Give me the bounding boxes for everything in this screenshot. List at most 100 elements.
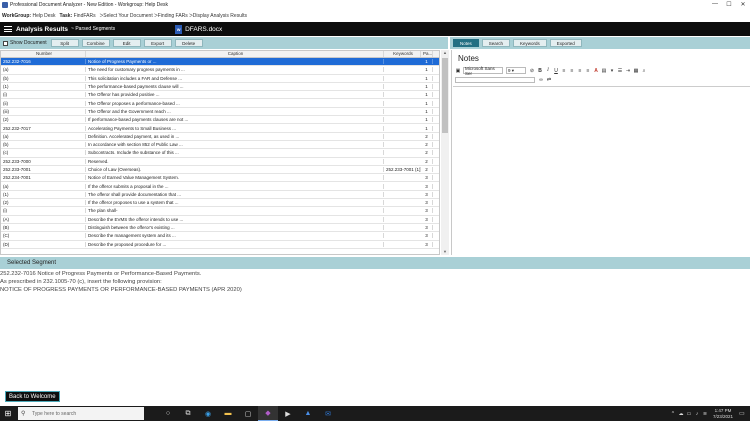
table-row[interactable]: (B) Distinguish between the offeror's exi… xyxy=(1,224,439,233)
column-header-page[interactable]: Pa... xyxy=(421,51,433,57)
align-left-icon[interactable]: ≡ xyxy=(561,68,567,74)
table-row[interactable]: (D) Describe the proposed procedure for .… xyxy=(1,241,439,249)
document-name: DFARS.docx xyxy=(185,25,223,33)
menu-icon[interactable] xyxy=(4,26,12,32)
indent-icon[interactable]: ⇥ xyxy=(625,68,631,74)
notes-editor[interactable] xyxy=(453,86,750,254)
table-row[interactable]: (iii) The Offeror and the Government reac… xyxy=(1,108,439,117)
table-row[interactable]: (a) The need for customary progress payme… xyxy=(1,66,439,75)
table-row[interactable]: (i) The Offeror has provided positive ...… xyxy=(1,91,439,100)
cell-number: (i) xyxy=(1,208,86,214)
combine-button[interactable]: Combine xyxy=(81,39,110,47)
table-row[interactable]: (C) Describe the management system and it… xyxy=(1,232,439,241)
tab-search[interactable]: Search xyxy=(481,39,511,47)
cell-caption: The offeror shall provide documentation … xyxy=(86,191,384,197)
clear-format-icon[interactable]: ⊘ xyxy=(529,68,535,74)
tab-exported[interactable]: Exported xyxy=(549,39,582,47)
document-analyzer-taskbar-icon[interactable]: ◆ xyxy=(258,406,278,421)
align-right-icon[interactable]: ≡ xyxy=(577,68,583,74)
table-row[interactable]: (ii) The Offeror proposes a performance-b… xyxy=(1,99,439,108)
table-row[interactable]: (b) In accordance with section 852 of Pub… xyxy=(1,141,439,150)
table-row[interactable]: (a) Definition. Accelerated payment, as u… xyxy=(1,133,439,141)
font-size-select[interactable]: 9 ▾ xyxy=(506,67,526,74)
find-icon[interactable]: ⌕ xyxy=(641,68,647,74)
cell-page: 3 xyxy=(421,183,433,189)
dropdown-arrow-icon[interactable]: ▾ xyxy=(609,68,615,74)
workgroup-value: Help Desk xyxy=(32,12,56,19)
cloud-icon[interactable]: ☁ xyxy=(677,411,685,417)
outlook-icon[interactable]: ✉ xyxy=(318,406,338,421)
task-view-icon[interactable]: ⧉ xyxy=(178,406,198,421)
network-icon[interactable]: ▭ xyxy=(685,411,693,417)
cell-page: 2 xyxy=(421,158,433,164)
table-row[interactable]: (1) The performance-based payments clause… xyxy=(1,83,439,92)
tray-chevron-icon[interactable]: ^ xyxy=(669,411,677,417)
binoculars-icon[interactable]: ∞ xyxy=(538,77,544,83)
justify-icon[interactable]: ≡ xyxy=(585,68,591,74)
font-color-icon[interactable]: A xyxy=(593,68,599,74)
table-row[interactable]: 252.234-7001 Notice of Earned Value Manag… xyxy=(1,174,439,183)
close-icon[interactable]: ✕ xyxy=(736,1,750,8)
table-row[interactable]: (2) If the offeror proposes to use a syst… xyxy=(1,199,439,208)
taskbar-search[interactable]: ⚲ Type here to search xyxy=(18,407,144,420)
tab-notes[interactable]: Notes xyxy=(453,39,479,47)
show-document-checkbox[interactable]: Show Document xyxy=(3,40,47,46)
notes-find-input[interactable] xyxy=(455,76,535,83)
paste-icon[interactable]: ▣ xyxy=(455,68,461,74)
tab-keywords[interactable]: Keywords xyxy=(513,39,547,47)
column-header-number[interactable]: Number xyxy=(1,51,86,57)
scroll-thumb[interactable] xyxy=(442,58,448,133)
font-family-select[interactable]: Microsoft Sans Ser xyxy=(463,66,503,76)
table-row[interactable]: 252.232-7016 Notice of Progress Payments … xyxy=(1,58,439,67)
checkbox-icon[interactable] xyxy=(3,40,8,46)
edge-icon[interactable]: ◉ xyxy=(198,406,218,421)
maximize-icon[interactable]: ☐ xyxy=(722,1,736,8)
media-player-icon[interactable]: ▶ xyxy=(278,406,298,421)
file-explorer-icon[interactable]: ▬ xyxy=(218,406,238,421)
table-row[interactable]: (c) Subcontracts. Include the substance o… xyxy=(1,149,439,158)
bold-icon[interactable]: B xyxy=(537,68,543,74)
cell-page: 2 xyxy=(421,142,433,148)
cell-page: 1 xyxy=(421,100,433,106)
title-bar: Professional Document Analyzer - New Edi… xyxy=(0,0,750,9)
table-row[interactable]: 252.232-7017 Accelerating Payments to Sma… xyxy=(1,124,439,133)
grid-scrollbar[interactable]: ▲ ▼ xyxy=(441,50,449,255)
bullets-icon[interactable]: ☰ xyxy=(617,68,623,74)
image-icon[interactable]: ▦ xyxy=(633,68,639,74)
scroll-up-icon[interactable]: ▲ xyxy=(441,50,449,56)
header-ribbon: Analysis Results ~ Parsed Segments W DFA… xyxy=(0,22,750,36)
table-row[interactable]: (2) If performance-based payments clauses… xyxy=(1,116,439,125)
volume-icon[interactable]: ♪ xyxy=(693,411,701,417)
cell-page: 1 xyxy=(421,125,433,131)
highlight-icon[interactable]: ▤ xyxy=(601,68,607,74)
minimize-icon[interactable]: — xyxy=(708,1,722,8)
edit-button[interactable]: Edit xyxy=(112,39,141,47)
column-header-caption[interactable]: Caption xyxy=(86,51,384,57)
windows-start-icon[interactable]: ⊞ xyxy=(0,406,16,421)
replace-icon[interactable]: ⇄ xyxy=(546,77,552,83)
align-center-icon[interactable]: ≡ xyxy=(569,68,575,74)
underline-icon[interactable]: U xyxy=(553,68,559,74)
split-button[interactable]: Split xyxy=(50,39,79,47)
column-header-keywords[interactable]: Keywords xyxy=(384,51,421,57)
table-row[interactable]: 252.233-7000 Reserved. 2 xyxy=(1,158,439,166)
taskbar-clock[interactable]: 1:47 PM 7/23/2021 xyxy=(713,408,733,420)
photos-icon[interactable]: ▲ xyxy=(298,406,318,421)
cortana-icon[interactable]: ○ xyxy=(158,406,178,421)
italic-icon[interactable]: I xyxy=(545,68,551,74)
table-row[interactable]: (i) The plan shall- 3 xyxy=(1,207,439,216)
window-controls: — ☐ ✕ xyxy=(708,1,750,8)
table-row[interactable]: (1) The offeror shall provide documentati… xyxy=(1,191,439,200)
notifications-icon[interactable]: ▭ xyxy=(739,410,747,417)
export-button[interactable]: Export xyxy=(143,39,172,47)
table-row[interactable]: 252.233-7001 Choice of Law (Overseas). 252… xyxy=(1,166,439,175)
table-row[interactable]: (a) If the offeror submits a proposal in … xyxy=(1,182,439,191)
delete-button[interactable]: Delete xyxy=(174,39,203,47)
store-icon[interactable]: ▢ xyxy=(238,406,258,421)
scroll-down-icon[interactable]: ▼ xyxy=(441,249,449,255)
table-row[interactable]: (A) Describe the EVMS the offeror intends… xyxy=(1,216,439,224)
wifi-icon[interactable]: ≋ xyxy=(701,411,709,417)
page-subtitle: ~ Parsed Segments xyxy=(71,26,116,32)
table-row[interactable]: (b) This solicitation includes a FAR and … xyxy=(1,75,439,83)
back-to-welcome-button[interactable]: Back to Welcome xyxy=(5,391,60,402)
